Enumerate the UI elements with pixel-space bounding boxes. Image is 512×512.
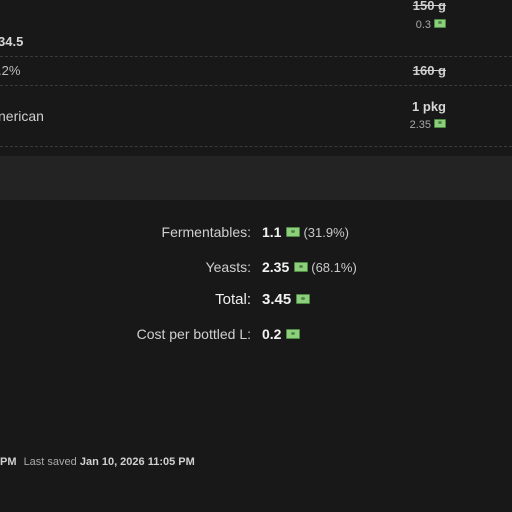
last-saved-label: Last saved xyxy=(23,456,77,468)
fermentables-cost-amount: 1.1 xyxy=(262,224,282,240)
total-cost-value: 3.45 xyxy=(262,291,311,308)
total-cost-label: Total: xyxy=(215,291,251,308)
row-divider xyxy=(0,146,512,147)
fermentables-cost-label: Fermentables: xyxy=(161,224,251,240)
last-saved-timestamp: Jan 10, 2026 11:05 PM xyxy=(79,456,195,468)
ingredient-amount: 1 pkg xyxy=(412,99,446,114)
yeasts-cost-label: Yeasts: xyxy=(205,259,251,275)
fermentables-cost-value: 1.1 (31.9%) xyxy=(262,224,349,240)
row-divider xyxy=(0,56,512,57)
money-bill-icon xyxy=(294,262,309,272)
cost-per-liter-amount: 0.2 xyxy=(262,326,282,342)
cost-per-liter-label: Cost per bottled L: xyxy=(136,326,251,342)
row-divider xyxy=(0,85,512,86)
ingredient-name: nerican xyxy=(0,108,44,124)
money-bill-icon xyxy=(434,19,446,28)
cost-per-liter-value: 0.2 xyxy=(262,326,301,342)
footer-time-fragment: PM xyxy=(0,456,17,468)
section-band xyxy=(0,156,512,200)
money-bill-icon xyxy=(434,119,446,128)
yeasts-cost-value: 2.35 (68.1%) xyxy=(262,259,357,275)
money-bill-icon xyxy=(286,329,301,339)
ingredient-price-value: 2.35 xyxy=(409,119,431,131)
save-status: PM Last saved Jan 10, 2026 11:05 PM xyxy=(0,456,195,468)
ingredient-price: 2.35 xyxy=(410,119,446,131)
ingredient-price: 0.3 xyxy=(416,19,446,31)
money-bill-icon xyxy=(286,227,301,237)
yeasts-cost-percent: (68.1%) xyxy=(311,260,357,275)
fermentables-cost-percent: (31.9%) xyxy=(303,225,349,240)
ingredient-amount: 150 g xyxy=(412,0,446,13)
ingredient-amount: 160 g xyxy=(412,63,446,78)
total-cost-amount: 3.45 xyxy=(262,291,292,308)
money-bill-icon xyxy=(296,294,311,304)
ingredient-name: 34.5 xyxy=(0,34,24,49)
ingredient-price-value: 0.3 xyxy=(415,19,431,31)
yeasts-cost-amount: 2.35 xyxy=(262,259,290,275)
ingredient-detail: .2% xyxy=(0,63,21,78)
